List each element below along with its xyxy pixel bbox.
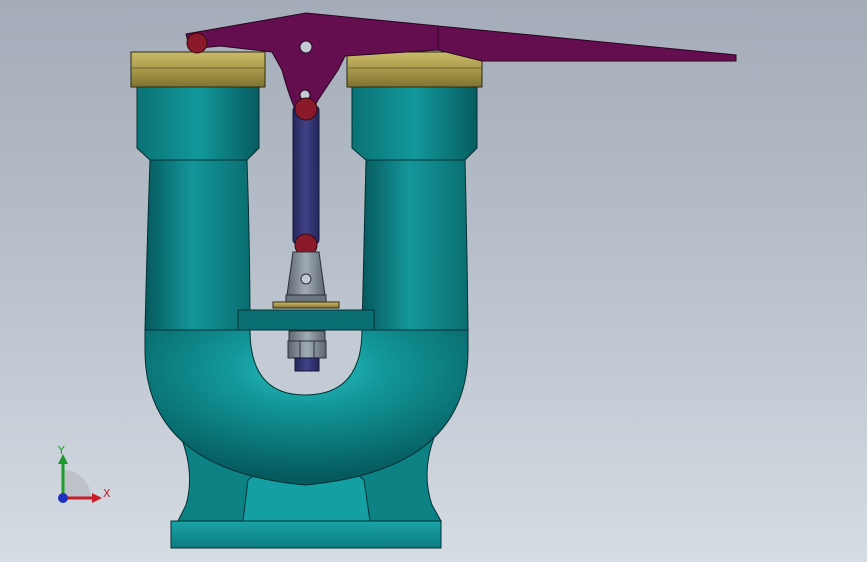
base-flange[interactable] <box>170 520 442 549</box>
y-axis-label: Y <box>57 444 65 457</box>
right-gland-nut[interactable] <box>346 51 483 88</box>
outlet-column[interactable] <box>351 86 478 331</box>
z-axis-dot-icon <box>58 493 68 503</box>
triad-quadrant <box>63 470 91 498</box>
clevis[interactable] <box>272 251 340 309</box>
link-rod[interactable] <box>292 97 320 257</box>
left-gland-nut[interactable] <box>130 51 266 88</box>
inlet-column[interactable] <box>136 86 260 331</box>
x-axis-label: X <box>103 487 111 500</box>
x-axis-arrow-icon <box>92 493 102 503</box>
valve-assembly-model[interactable] <box>0 0 867 562</box>
gate-plate[interactable] <box>237 309 375 331</box>
graphics-viewport[interactable]: Y X <box>0 0 867 562</box>
reference-triad: Y X <box>40 440 130 520</box>
